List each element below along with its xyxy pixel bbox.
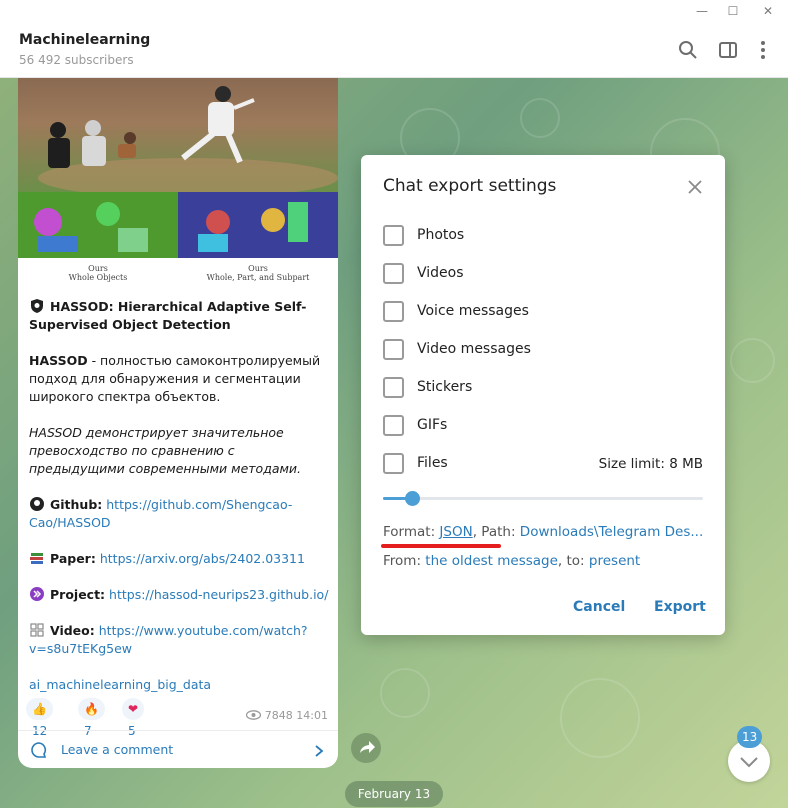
chevron-right-icon xyxy=(315,745,324,757)
books-icon xyxy=(30,553,43,564)
channel-title[interactable]: Machinelearning xyxy=(19,32,150,48)
reaction-thumbs-up[interactable]: 👍 12 xyxy=(26,698,54,738)
files-checkbox[interactable] xyxy=(383,453,404,474)
comment-label: Leave a comment xyxy=(61,742,174,757)
maximize-button[interactable]: ☐ xyxy=(715,0,751,22)
option-label: Files xyxy=(417,455,448,471)
project-icon xyxy=(30,587,44,601)
background-pattern xyxy=(730,338,775,383)
post-image[interactable]: Ours Whole Objects Ours Whole, Part, and… xyxy=(18,78,338,292)
background-pattern xyxy=(380,668,430,718)
export-button[interactable]: Export xyxy=(654,599,706,615)
channel-post: Ours Whole Objects Ours Whole, Part, and… xyxy=(18,78,338,768)
github-icon xyxy=(30,497,44,511)
fire-icon: 🔥 xyxy=(84,702,99,716)
hashtag-link[interactable]: ai_machinelearning_big_data xyxy=(29,677,211,692)
option-files[interactable]: Files xyxy=(383,453,563,475)
thumbs-up-icon: 👍 xyxy=(32,702,47,716)
slider-handle[interactable] xyxy=(404,491,420,506)
option-gifs[interactable]: GIFs xyxy=(383,415,703,437)
date-range-line: From: the oldest message, to: present xyxy=(383,553,641,569)
paper-link[interactable]: https://arxiv.org/abs/2402.03311 xyxy=(100,551,305,566)
option-videos[interactable]: Videos xyxy=(383,263,703,285)
window-titlebar: — ☐ ✕ xyxy=(0,0,788,22)
post-intro: HASSOD - полностью самоконтролируемый по… xyxy=(29,353,321,404)
to-link[interactable]: present xyxy=(589,553,640,569)
option-label: Stickers xyxy=(417,379,473,395)
option-label: Video messages xyxy=(417,341,531,357)
option-stickers[interactable]: Stickers xyxy=(383,377,703,399)
github-link-row: Github: https://github.com/Shengcao-Cao/… xyxy=(29,497,293,530)
highlight-underline xyxy=(381,544,501,548)
post-meta: 7848 14:01 xyxy=(246,709,328,722)
video-link-row: Video: https://www.youtube.com/watch?v=s… xyxy=(29,623,308,656)
date-separator: February 13 xyxy=(345,781,443,807)
segmentation-result-whole xyxy=(18,192,178,258)
video-messages-checkbox[interactable] xyxy=(383,339,404,360)
paper-link-row: Paper: https://arxiv.org/abs/2402.03311 xyxy=(29,550,329,568)
project-link-row: Project: https://hassod-neurips23.github… xyxy=(29,586,329,604)
shield-icon xyxy=(31,299,43,313)
eye-icon xyxy=(246,710,262,720)
channel-header: Machinelearning 56 492 subscribers xyxy=(0,22,788,78)
option-photos[interactable]: Photos xyxy=(383,225,703,247)
unread-badge: 13 xyxy=(737,726,763,748)
background-pattern xyxy=(560,678,640,758)
reaction-fire[interactable]: 🔥 7 xyxy=(78,698,105,738)
image-caption-right: Ours Whole, Part, and Subpart xyxy=(206,264,310,282)
option-label: Voice messages xyxy=(417,303,529,319)
reaction-heart[interactable]: ❤ 5 xyxy=(122,698,145,738)
subscriber-count: 56 492 subscribers xyxy=(19,53,134,67)
image-caption-left: Ours Whole Objects xyxy=(68,264,128,282)
heart-icon: ❤ xyxy=(128,702,139,716)
option-label: GIFs xyxy=(417,417,448,433)
project-link[interactable]: https://hassod-neurips23.github.io/ xyxy=(109,587,328,602)
close-window-button[interactable]: ✕ xyxy=(750,0,786,22)
baseball-photo xyxy=(18,78,338,192)
segmentation-result-parts xyxy=(178,192,338,258)
path-link[interactable]: Downloads\Telegram Des... xyxy=(520,524,703,540)
comment-icon xyxy=(31,742,47,758)
post-time: 14:01 xyxy=(296,709,328,722)
option-label: Photos xyxy=(417,227,465,243)
option-label: Videos xyxy=(417,265,464,281)
post-heading: HASSOD: Hierarchical Adaptive Self-Super… xyxy=(29,299,307,332)
gifs-checkbox[interactable] xyxy=(383,415,404,436)
post-italic-text: HASSOD демонстрирует значительное превос… xyxy=(29,425,302,476)
size-limit-slider[interactable] xyxy=(383,497,703,500)
format-link[interactable]: JSON xyxy=(439,524,472,540)
more-options-icon[interactable] xyxy=(751,38,775,62)
hashtag-row: ai_machinelearning_big_data xyxy=(29,676,329,694)
share-button[interactable] xyxy=(351,733,381,763)
leave-comment-button[interactable]: Leave a comment xyxy=(18,730,338,768)
chat-export-dialog: Chat export settings Photos Videos Voice… xyxy=(361,155,725,635)
dialog-title: Chat export settings xyxy=(383,176,557,196)
option-video-messages[interactable]: Video messages xyxy=(383,339,703,361)
sidebar-toggle-icon[interactable] xyxy=(716,38,740,62)
video-icon xyxy=(30,623,44,637)
photos-checkbox[interactable] xyxy=(383,225,404,246)
size-limit-label: Size limit: 8 MB xyxy=(598,456,703,472)
stickers-checkbox[interactable] xyxy=(383,377,404,398)
option-voice-messages[interactable]: Voice messages xyxy=(383,301,703,323)
videos-checkbox[interactable] xyxy=(383,263,404,284)
voice-messages-checkbox[interactable] xyxy=(383,301,404,322)
forward-icon xyxy=(360,741,375,753)
background-pattern xyxy=(520,98,560,138)
from-link[interactable]: the oldest message xyxy=(425,553,558,569)
format-path-line: Format: JSON, Path: Downloads\Telegram D… xyxy=(383,524,704,540)
search-icon[interactable] xyxy=(676,38,700,62)
close-icon[interactable] xyxy=(683,175,707,199)
cancel-button[interactable]: Cancel xyxy=(573,599,625,615)
view-count: 7848 xyxy=(264,709,293,722)
